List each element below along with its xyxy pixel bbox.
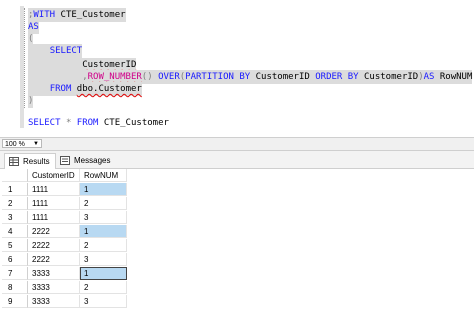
cell-customerid[interactable]: 3333 xyxy=(28,267,80,280)
code-token: CustomerID xyxy=(358,72,419,82)
row-number[interactable]: 1 xyxy=(2,183,28,196)
row-number[interactable]: 9 xyxy=(2,295,28,308)
code-token: PARTITION BY xyxy=(185,72,251,82)
cell-rownum[interactable]: 3 xyxy=(80,253,127,266)
code-token: ( xyxy=(28,34,34,44)
code-token: dbo.Customer xyxy=(76,84,142,94)
code-token: CTE_Customer xyxy=(55,10,126,20)
code-token: CustomerID xyxy=(250,72,316,82)
code-line: FROM dbo.Customer xyxy=(28,82,142,96)
cell-customerid[interactable]: 1111 xyxy=(28,183,80,196)
code-token: CTE_Customer xyxy=(98,118,169,128)
code-token: ROW_NUMBER xyxy=(87,72,142,82)
cell-rownum[interactable]: 3 xyxy=(80,295,127,308)
cell-rownum[interactable]: 2 xyxy=(80,239,127,252)
cell-customerid[interactable]: 1111 xyxy=(28,211,80,224)
code-token: ) xyxy=(28,96,34,106)
cell-customerid[interactable]: 2222 xyxy=(28,225,80,238)
tab-results-label: Results xyxy=(23,157,50,166)
row-number[interactable]: 5 xyxy=(2,239,28,252)
code-token: AS xyxy=(423,72,435,82)
code-token: AS xyxy=(28,22,39,32)
code-token: SELECT xyxy=(28,118,61,128)
code-token: () xyxy=(141,72,159,82)
cell-customerid[interactable]: 1111 xyxy=(28,197,80,210)
code-line: ;WITH CTE_Customer xyxy=(28,8,126,22)
zoom-select[interactable]: 100 % ▼ xyxy=(2,139,42,148)
cell-customerid[interactable]: 2222 xyxy=(28,239,80,252)
code-token: ORDER BY xyxy=(315,72,359,82)
code-token: OVER xyxy=(158,72,180,82)
code-token: WITH xyxy=(33,10,56,20)
row-number[interactable]: 3 xyxy=(2,211,28,224)
cell-customerid[interactable]: 3333 xyxy=(28,281,80,294)
cell-rownum[interactable]: 1 xyxy=(80,225,127,238)
tab-messages[interactable]: Messages xyxy=(56,153,115,168)
column-header-rownum[interactable]: RowNUM xyxy=(80,169,127,182)
row-number[interactable]: 7 xyxy=(2,267,28,280)
tab-results[interactable]: Results xyxy=(4,153,56,169)
results-tabs: Results Messages xyxy=(0,151,474,169)
chevron-down-icon: ▼ xyxy=(33,141,39,147)
row-number[interactable]: 4 xyxy=(2,225,28,238)
cell-customerid[interactable]: 2222 xyxy=(28,253,80,266)
messages-icon xyxy=(60,156,70,165)
cell-customerid[interactable]: 3333 xyxy=(28,295,80,308)
column-header-customerid[interactable]: CustomerID xyxy=(28,169,80,182)
cell-rownum[interactable]: 1 xyxy=(80,267,127,280)
code-line: ) xyxy=(28,94,34,108)
code-token: FROM xyxy=(76,118,99,128)
row-number[interactable]: 2 xyxy=(2,197,28,210)
zoom-value: 100 % xyxy=(5,141,25,148)
code-token: RowNUM xyxy=(434,72,473,82)
row-number[interactable]: 8 xyxy=(2,281,28,294)
code-line: SELECT * FROM CTE_Customer xyxy=(28,116,169,130)
cell-rownum[interactable]: 1 xyxy=(80,183,127,196)
outline-guide xyxy=(24,8,26,108)
cell-rownum[interactable]: 3 xyxy=(80,211,127,224)
tab-messages-label: Messages xyxy=(74,156,111,165)
cell-rownum[interactable]: 2 xyxy=(80,281,127,294)
code-token: CustomerID xyxy=(82,60,137,70)
zoom-bar: 100 % ▼ xyxy=(0,137,474,151)
cell-rownum[interactable]: 2 xyxy=(80,197,127,210)
code-line: SELECT xyxy=(28,44,83,58)
row-number[interactable]: 6 xyxy=(2,253,28,266)
grid-corner[interactable] xyxy=(2,169,28,182)
code-token: SELECT xyxy=(49,46,83,56)
grid-icon xyxy=(9,157,19,166)
code-token: FROM xyxy=(49,84,72,94)
query-editor[interactable]: ;WITH CTE_Customer AS( SELECT CustomerID … xyxy=(0,0,474,137)
